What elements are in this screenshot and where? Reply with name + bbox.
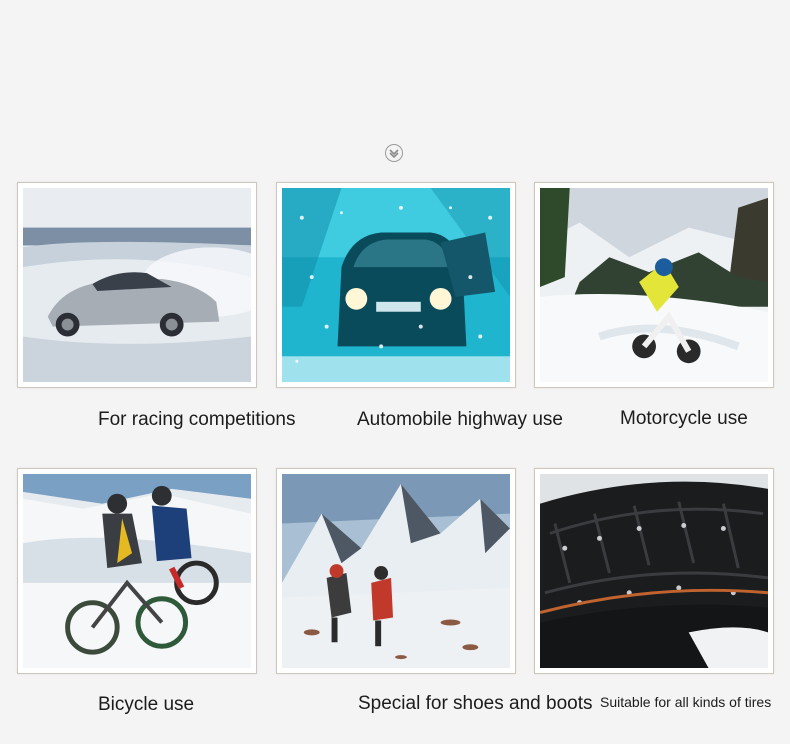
bicycle-snow-photo — [17, 468, 257, 674]
chevron-down-icon[interactable] — [385, 144, 403, 162]
hikers-mountain-photo — [276, 468, 516, 674]
caption-all-tires: Suitable for all kinds of tires — [600, 694, 772, 710]
caption-motorcycle: Motorcycle use — [620, 408, 748, 429]
studded-tire-photo — [534, 468, 774, 674]
caption-automobile: Automobile highway use — [357, 409, 563, 430]
racing-car-photo — [17, 182, 257, 388]
caption-bicycle: Bicycle use — [98, 694, 195, 715]
motorcycle-snow-photo — [534, 182, 774, 388]
caption-racing: For racing competitions — [98, 409, 296, 430]
caption-shoes-boots: Special for shoes and boots — [358, 693, 593, 714]
snowy-highway-car-photo — [276, 182, 516, 388]
